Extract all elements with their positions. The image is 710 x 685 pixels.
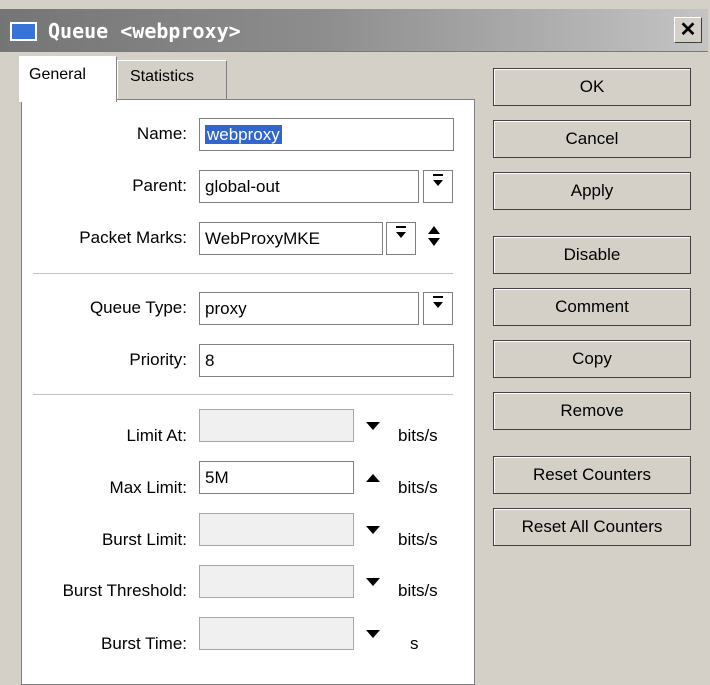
packet-marks-updown-icon[interactable]	[427, 224, 441, 250]
burst-time-unit: s	[410, 634, 419, 653]
burst-threshold-field[interactable]	[199, 565, 354, 598]
max-limit-field[interactable]: 5M	[199, 461, 354, 494]
max-limit-label: Max Limit:	[109, 478, 187, 497]
max-limit-unit: bits/s	[398, 478, 438, 497]
close-button[interactable]: ✕	[674, 17, 702, 43]
window-icon	[10, 22, 37, 41]
limit-at-label: Limit At:	[126, 426, 187, 445]
tab-statistics[interactable]: Statistics	[117, 60, 227, 100]
tab-general[interactable]: General	[19, 56, 117, 102]
disable-button[interactable]: Disable	[493, 236, 691, 274]
cancel-button[interactable]: Cancel	[493, 120, 691, 158]
window-title: Queue <webproxy>	[48, 19, 241, 43]
limit-at-field[interactable]	[199, 409, 354, 442]
name-field[interactable]: webproxy	[199, 118, 454, 151]
burst-time-field[interactable]	[199, 617, 354, 650]
parent-label: Parent:	[132, 176, 187, 195]
divider	[33, 273, 453, 274]
reset-all-counters-button[interactable]: Reset All Counters	[493, 508, 691, 546]
ok-button[interactable]: OK	[493, 68, 691, 106]
name-label: Name:	[136, 124, 187, 143]
divider	[33, 394, 453, 395]
burst-threshold-label: Burst Threshold:	[62, 581, 187, 600]
expand-down-icon[interactable]	[366, 630, 380, 638]
queue-type-dropdown-button[interactable]	[423, 292, 453, 325]
title-bar[interactable]: Queue <webproxy> ✕	[0, 9, 708, 52]
comment-button[interactable]: Comment	[493, 288, 691, 326]
queue-type-label: Queue Type:	[89, 298, 187, 317]
packet-marks-label: Packet Marks:	[79, 228, 187, 247]
packet-marks-dropdown-button[interactable]	[386, 222, 416, 255]
burst-limit-field[interactable]	[199, 513, 354, 546]
burst-threshold-unit: bits/s	[398, 581, 438, 600]
parent-field[interactable]: global-out	[199, 170, 419, 203]
priority-label: Priority:	[129, 350, 187, 369]
chevron-down-icon	[433, 296, 443, 308]
parent-dropdown-button[interactable]	[423, 170, 453, 203]
remove-button[interactable]: Remove	[493, 392, 691, 430]
packet-marks-field[interactable]: WebProxyMKE	[199, 222, 383, 255]
burst-limit-label: Burst Limit:	[101, 530, 187, 549]
priority-field[interactable]: 8	[199, 344, 454, 377]
copy-button[interactable]: Copy	[493, 340, 691, 378]
limit-at-unit: bits/s	[398, 426, 438, 445]
collapse-up-icon[interactable]	[366, 474, 380, 482]
burst-time-label: Burst Time:	[101, 634, 187, 653]
queue-type-field[interactable]: proxy	[199, 292, 419, 325]
chevron-down-icon	[396, 226, 406, 238]
expand-down-icon[interactable]	[366, 578, 380, 586]
expand-down-icon[interactable]	[366, 422, 380, 430]
chevron-down-icon	[433, 174, 443, 186]
name-value: webproxy	[205, 125, 282, 144]
burst-limit-unit: bits/s	[398, 530, 438, 549]
apply-button[interactable]: Apply	[493, 172, 691, 210]
reset-counters-button[interactable]: Reset Counters	[493, 456, 691, 494]
expand-down-icon[interactable]	[366, 526, 380, 534]
